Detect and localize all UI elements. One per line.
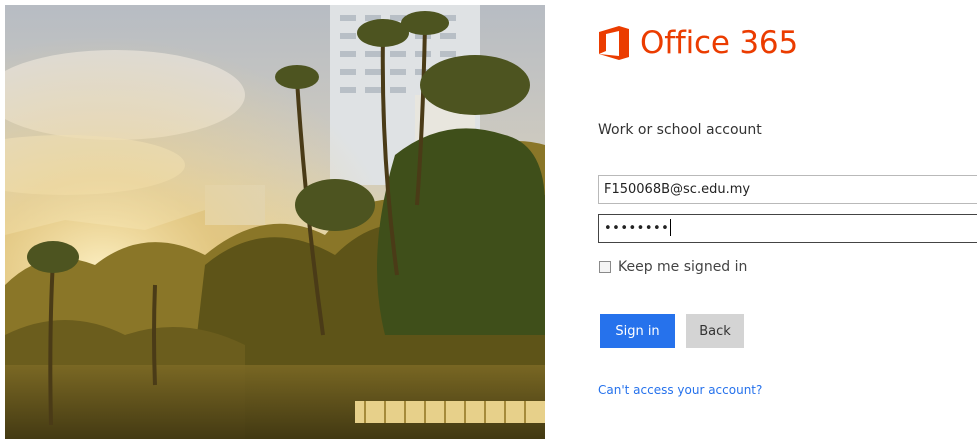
office-logo: Office 365 <box>597 23 798 63</box>
keep-signed-in-label: Keep me signed in <box>618 259 748 275</box>
text-caret <box>670 219 672 236</box>
hero-photo <box>5 5 545 439</box>
office-logo-icon <box>599 26 629 60</box>
email-field[interactable]: F150068B@sc.edu.my <box>598 175 977 204</box>
email-value: F150068B@sc.edu.my <box>604 182 751 197</box>
password-field[interactable]: •••••••• <box>598 214 977 243</box>
sign-in-button[interactable]: Sign in <box>600 314 675 348</box>
brand-name: Office 365 <box>640 25 798 61</box>
keep-signed-in[interactable]: Keep me signed in <box>599 259 747 275</box>
password-mask: •••••••• <box>604 221 670 236</box>
keep-signed-in-checkbox[interactable] <box>599 261 611 273</box>
cant-access-account-link[interactable]: Can't access your account? <box>598 383 762 397</box>
palm-trees-photo <box>5 5 545 439</box>
account-type-label: Work or school account <box>598 122 762 138</box>
back-button[interactable]: Back <box>686 314 744 348</box>
